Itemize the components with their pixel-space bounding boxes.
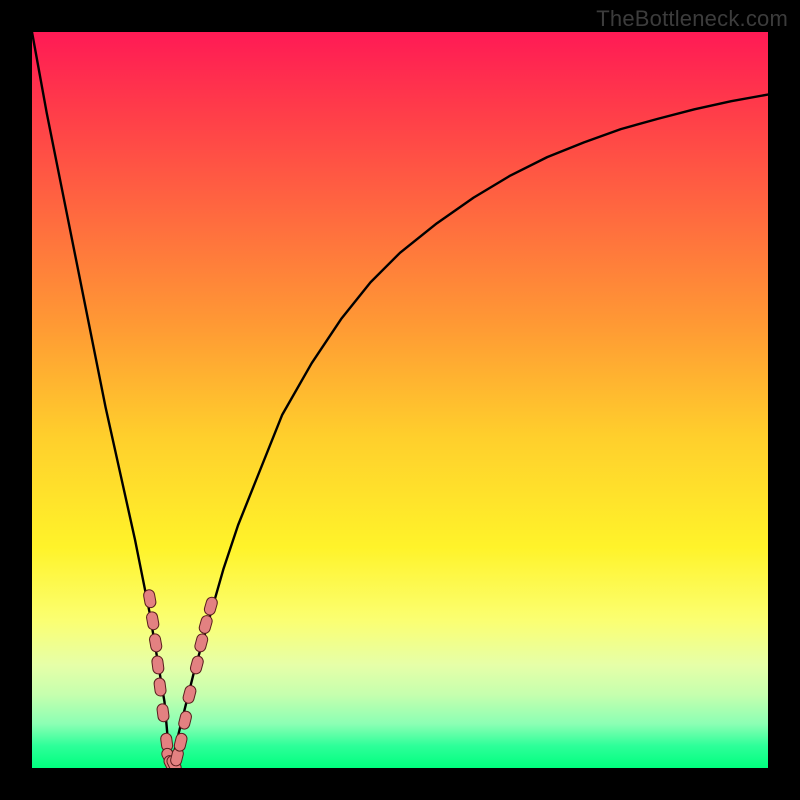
marker-bead (156, 703, 169, 722)
marker-bead (198, 614, 214, 634)
bottleneck-chart (32, 32, 768, 768)
chart-svg-layer (32, 32, 768, 768)
bottleneck-curve (32, 32, 768, 768)
marker-bead (153, 677, 166, 696)
marker-bead (146, 611, 160, 631)
marker-bead (189, 655, 204, 675)
marker-bead (194, 633, 209, 653)
marker-bead (149, 633, 163, 653)
marker-bead (151, 655, 164, 674)
marker-bead (143, 589, 157, 609)
chart-frame: TheBottleneck.com (0, 0, 800, 800)
marker-bead (182, 684, 197, 704)
marker-bead (178, 710, 193, 730)
marker-bead (173, 732, 188, 752)
marker-bead (203, 596, 219, 616)
watermark-text: TheBottleneck.com (596, 6, 788, 32)
marker-group (143, 589, 219, 768)
